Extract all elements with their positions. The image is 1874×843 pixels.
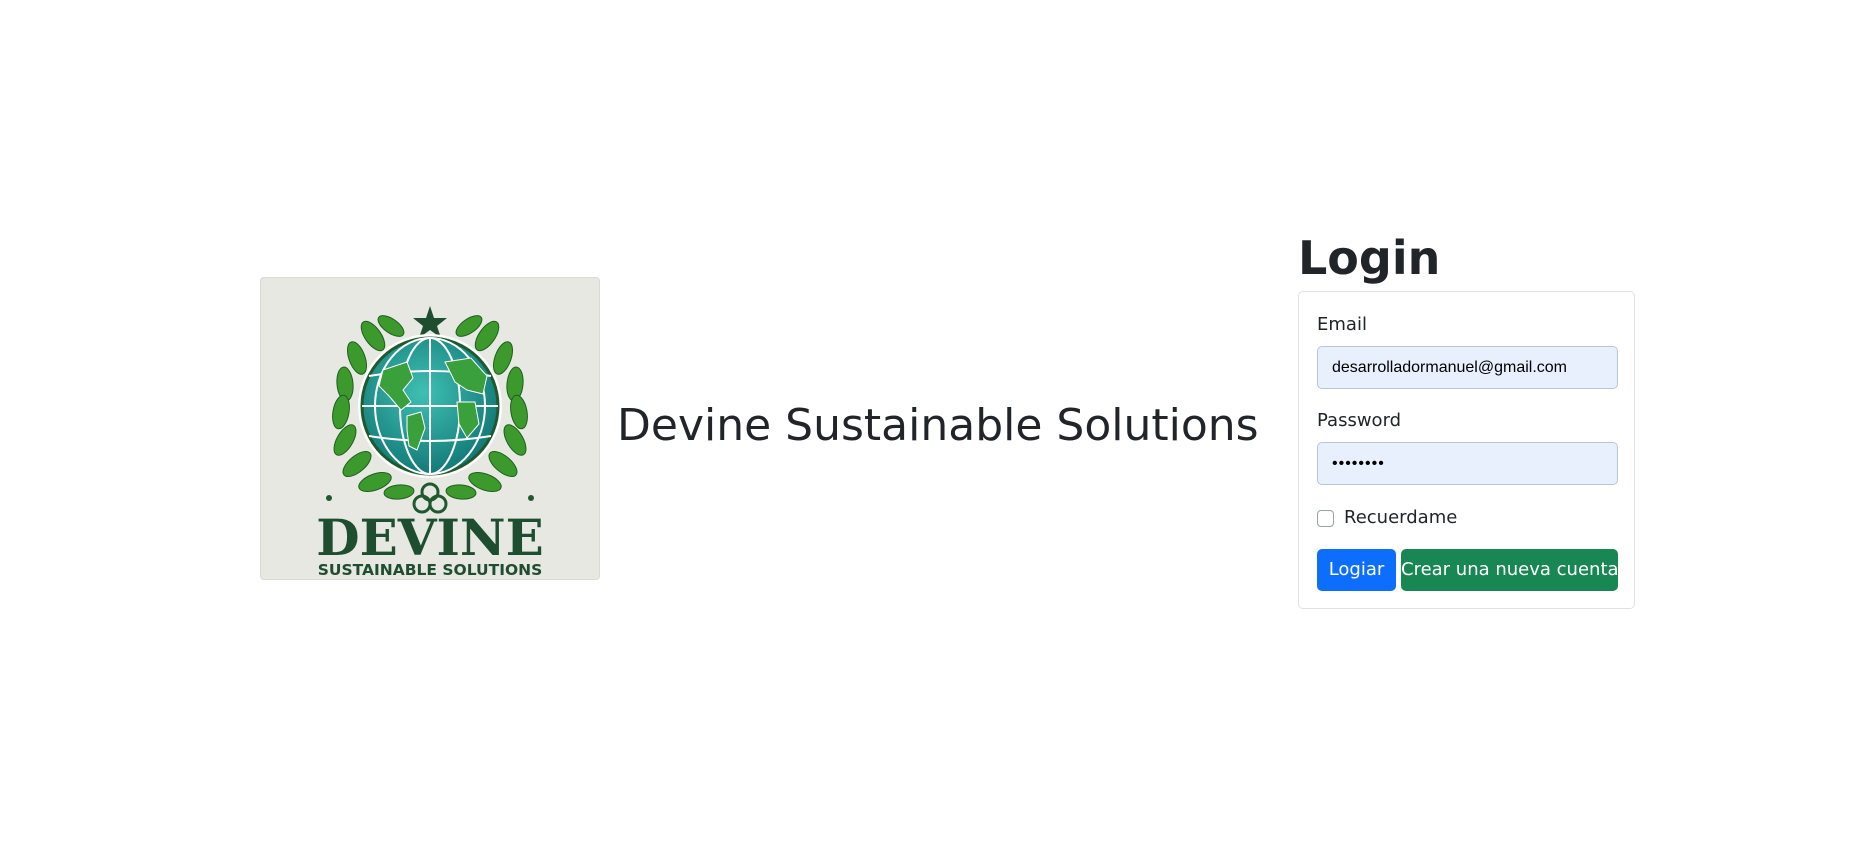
- remember-me-checkbox[interactable]: [1317, 509, 1334, 527]
- company-name-heading: Devine Sustainable Solutions: [617, 400, 1259, 451]
- create-account-button[interactable]: Crear una nueva cuenta: [1401, 549, 1619, 591]
- login-title: Login: [1298, 231, 1441, 285]
- password-label: Password: [1317, 410, 1402, 431]
- logo-graphic: DEVINE SUSTAINABLE SOLUTIONS: [316, 306, 544, 579]
- logo-wordmark: DEVINE: [316, 508, 543, 567]
- remember-me-row[interactable]: Recuerdame: [1317, 506, 1457, 530]
- login-form-card: Email desarrolladormanuel@gmail.com Pass…: [1298, 291, 1635, 609]
- company-logo: DEVINE SUSTAINABLE SOLUTIONS: [260, 277, 600, 580]
- login-button[interactable]: Logiar: [1317, 549, 1396, 591]
- email-label: Email: [1317, 314, 1367, 335]
- email-input[interactable]: desarrolladormanuel@gmail.com: [1317, 346, 1618, 389]
- password-input[interactable]: ••••••••: [1317, 442, 1618, 485]
- logo-tagline: SUSTAINABLE SOLUTIONS: [318, 561, 543, 579]
- remember-me-label[interactable]: Recuerdame: [1344, 506, 1457, 530]
